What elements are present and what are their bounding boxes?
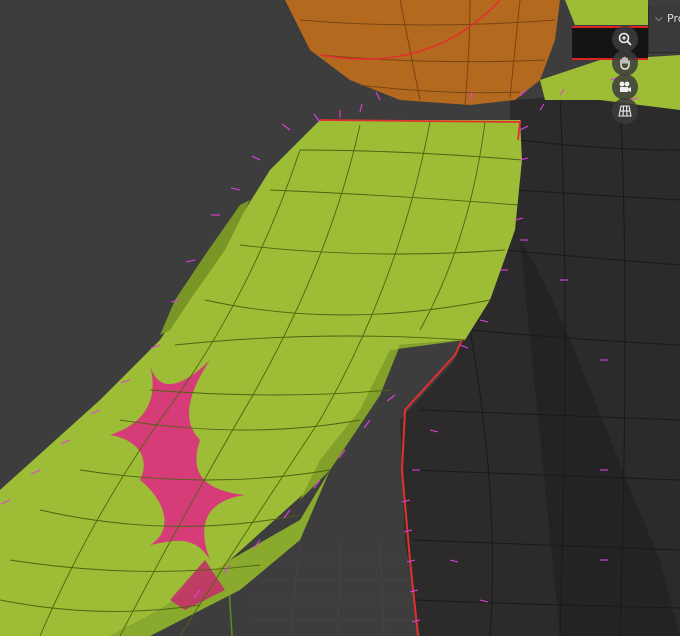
zoom-icon[interactable] — [612, 26, 638, 52]
mesh-scene[interactable] — [0, 0, 680, 636]
3d-viewport[interactable]: ⌵ Prop — [0, 0, 680, 636]
chevron-down-icon[interactable]: ⌵ — [655, 13, 663, 24]
hand-pan-icon[interactable] — [612, 50, 638, 76]
properties-panel-header[interactable]: ⌵ Prop — [648, 6, 680, 53]
grid-ortho-icon[interactable] — [612, 98, 638, 124]
properties-panel-label: Prop — [667, 12, 680, 25]
camera-view-icon[interactable] — [612, 74, 638, 100]
collar-top — [565, 0, 648, 25]
